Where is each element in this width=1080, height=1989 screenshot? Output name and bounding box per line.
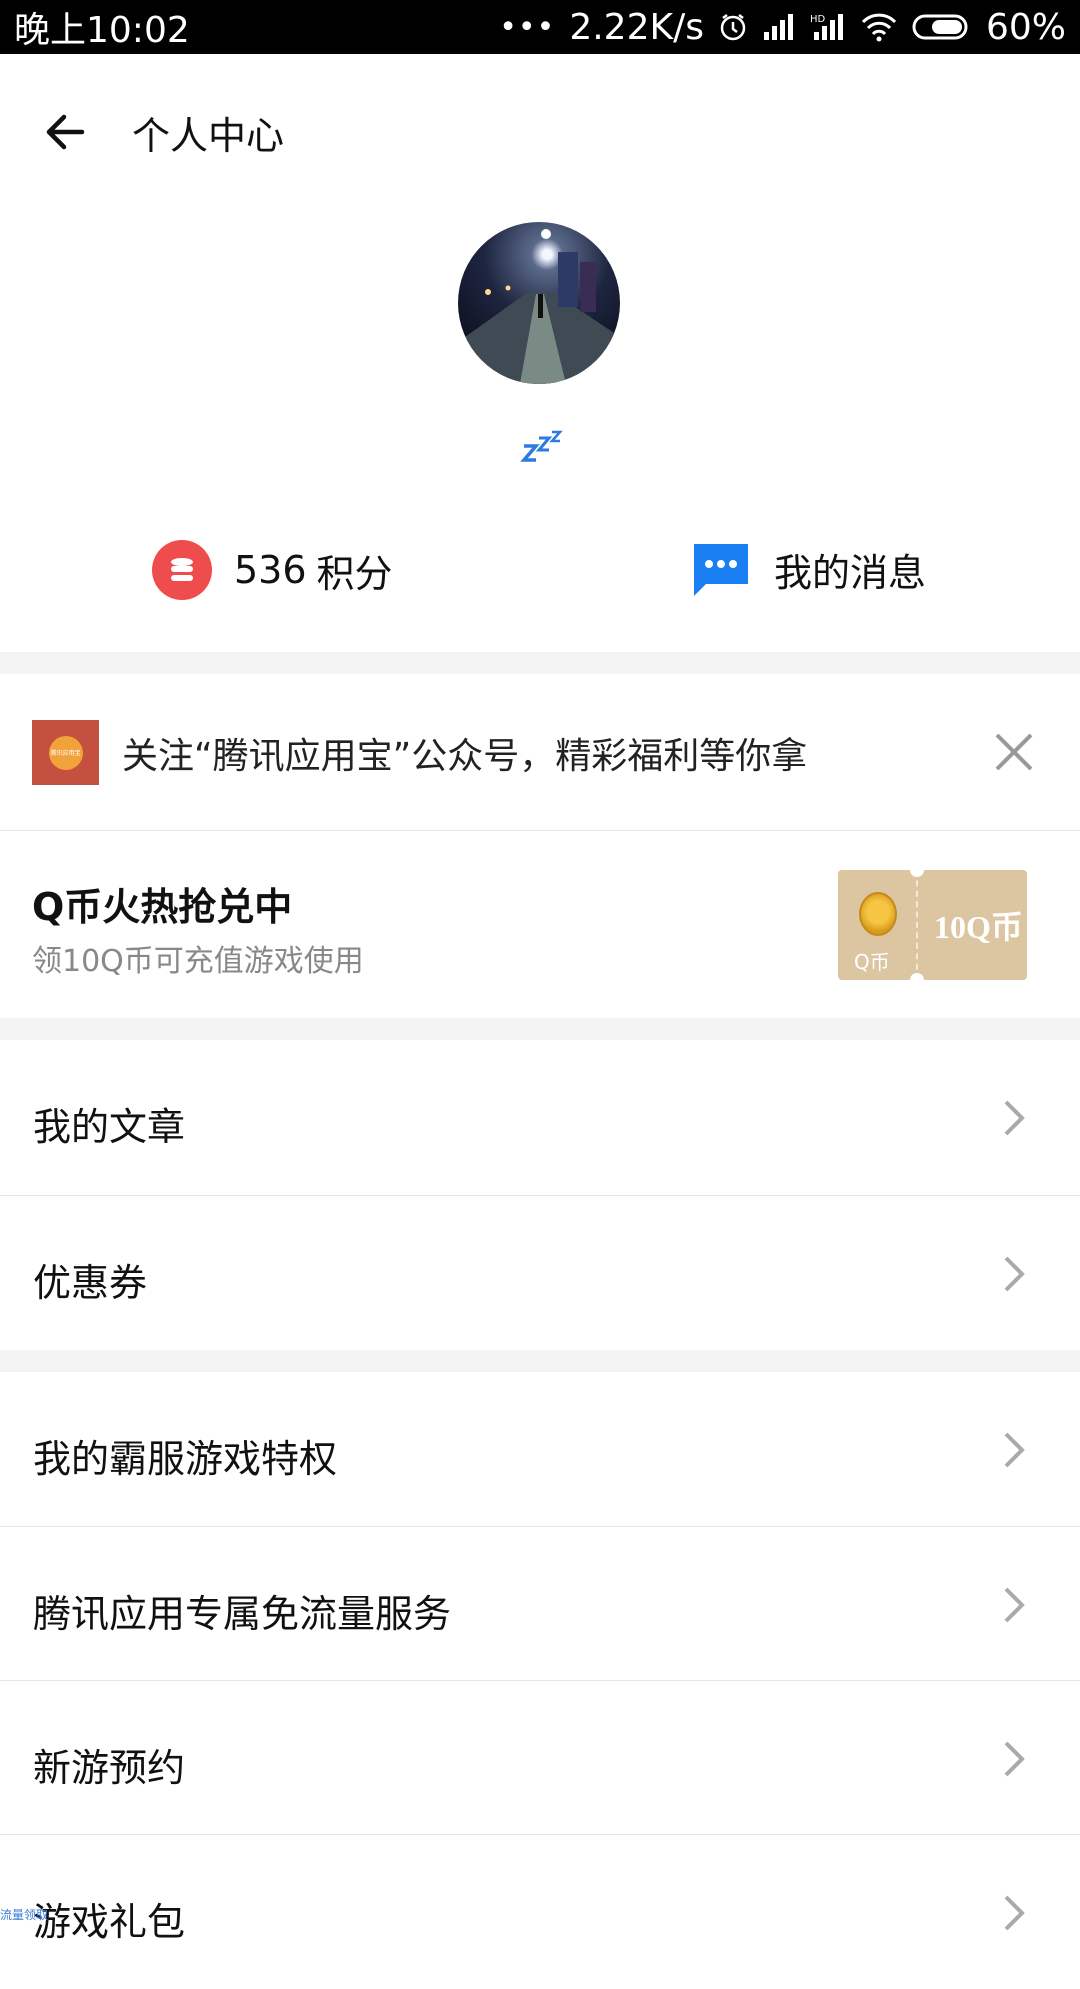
- ticket-perforation: [916, 870, 918, 980]
- wifi-icon: [860, 12, 898, 42]
- menu-item-label: 优惠券: [33, 1261, 148, 1305]
- official-account-thumb: 腾讯应用宝: [32, 720, 99, 785]
- section-divider: [0, 1350, 1080, 1372]
- hd-signal-icon: HD: [810, 12, 846, 42]
- more-dots-icon: •••: [499, 9, 556, 45]
- arrow-left-icon: [46, 114, 85, 150]
- sleep-zzz-icon: [520, 424, 568, 464]
- signal-icon: [762, 12, 796, 42]
- menu-item-coupons[interactable]: 优惠券: [0, 1196, 1080, 1350]
- battery-percent: 60%: [985, 6, 1066, 48]
- menu-item-label: 腾讯应用专属免流量服务: [33, 1592, 452, 1636]
- qcoin-ticket: Q币 10Q币: [838, 863, 1027, 987]
- message-bubble-icon: [694, 544, 748, 596]
- net-speed: 2.22K/s: [569, 6, 704, 48]
- chevron-right-icon: [1004, 1587, 1025, 1623]
- menu-item-new-game-reservation[interactable]: 新游预约: [0, 1681, 1080, 1835]
- ticket-amount: 10Q币: [934, 909, 1023, 945]
- section-divider: [0, 652, 1080, 674]
- app-header: 个人中心: [0, 54, 1080, 210]
- menu-item-label: 我的文章: [33, 1105, 186, 1149]
- corner-floating-label[interactable]: 流量领取: [0, 1906, 48, 1923]
- status-bar: 晚上10:02 ••• 2.22K/s HD 60%: [0, 0, 1080, 54]
- avatar[interactable]: [458, 222, 620, 384]
- chevron-right-icon: [1004, 1432, 1025, 1468]
- divider: [0, 830, 1080, 831]
- ticket-notch: [910, 863, 924, 877]
- menu-item-label: 新游预约: [33, 1746, 186, 1790]
- ticket-label: Q币: [854, 950, 890, 974]
- chevron-right-icon: [1004, 1895, 1025, 1931]
- qq-bell-icon: [859, 892, 897, 936]
- coins-stack-icon: [152, 540, 212, 600]
- close-icon[interactable]: [993, 731, 1035, 773]
- menu-item-label: 游戏礼包: [33, 1900, 186, 1944]
- back-button[interactable]: [30, 97, 100, 167]
- svg-text:HD: HD: [810, 14, 826, 25]
- points-value: 536: [234, 548, 307, 592]
- section-divider: [0, 1018, 1080, 1040]
- chevron-right-icon: [1004, 1100, 1025, 1136]
- promo-title: Q币火热抢兑中: [32, 885, 293, 929]
- menu-item-game-privileges[interactable]: 我的霸服游戏特权: [0, 1372, 1080, 1526]
- chevron-right-icon: [1004, 1256, 1025, 1292]
- points-entry[interactable]: 536 积分: [152, 540, 393, 600]
- menu-item-label: 我的霸服游戏特权: [33, 1437, 338, 1481]
- points-label: 积分: [316, 551, 393, 596]
- battery-icon: [912, 13, 972, 41]
- quick-stats: 536 积分 我的消息: [0, 510, 1080, 630]
- messages-entry[interactable]: 我的消息: [692, 540, 926, 598]
- menu-item-my-articles[interactable]: 我的文章: [0, 1040, 1080, 1194]
- follow-banner[interactable]: 腾讯应用宝 关注“腾讯应用宝”公众号，精彩福利等你拿: [0, 675, 1080, 830]
- alarm-icon: [718, 12, 748, 42]
- promo-subtitle: 领10Q币可充值游戏使用: [32, 944, 364, 979]
- ticket-notch: [910, 973, 924, 987]
- status-time: 晚上10:02: [14, 10, 190, 51]
- menu-item-game-gift-packs[interactable]: 游戏礼包: [0, 1835, 1080, 1989]
- thumb-logo: 腾讯应用宝: [48, 735, 83, 770]
- messages-label: 我的消息: [774, 550, 927, 595]
- qcoin-promo[interactable]: Q币火热抢兑中 领10Q币可充值游戏使用 Q币 10Q币: [0, 832, 1080, 1018]
- follow-message: 关注“腾讯应用宝”公众号，精彩福利等你拿: [122, 736, 808, 777]
- chevron-right-icon: [1004, 1741, 1025, 1777]
- menu-item-free-data-service[interactable]: 腾讯应用专属免流量服务: [0, 1527, 1080, 1681]
- page-title: 个人中心: [132, 113, 285, 158]
